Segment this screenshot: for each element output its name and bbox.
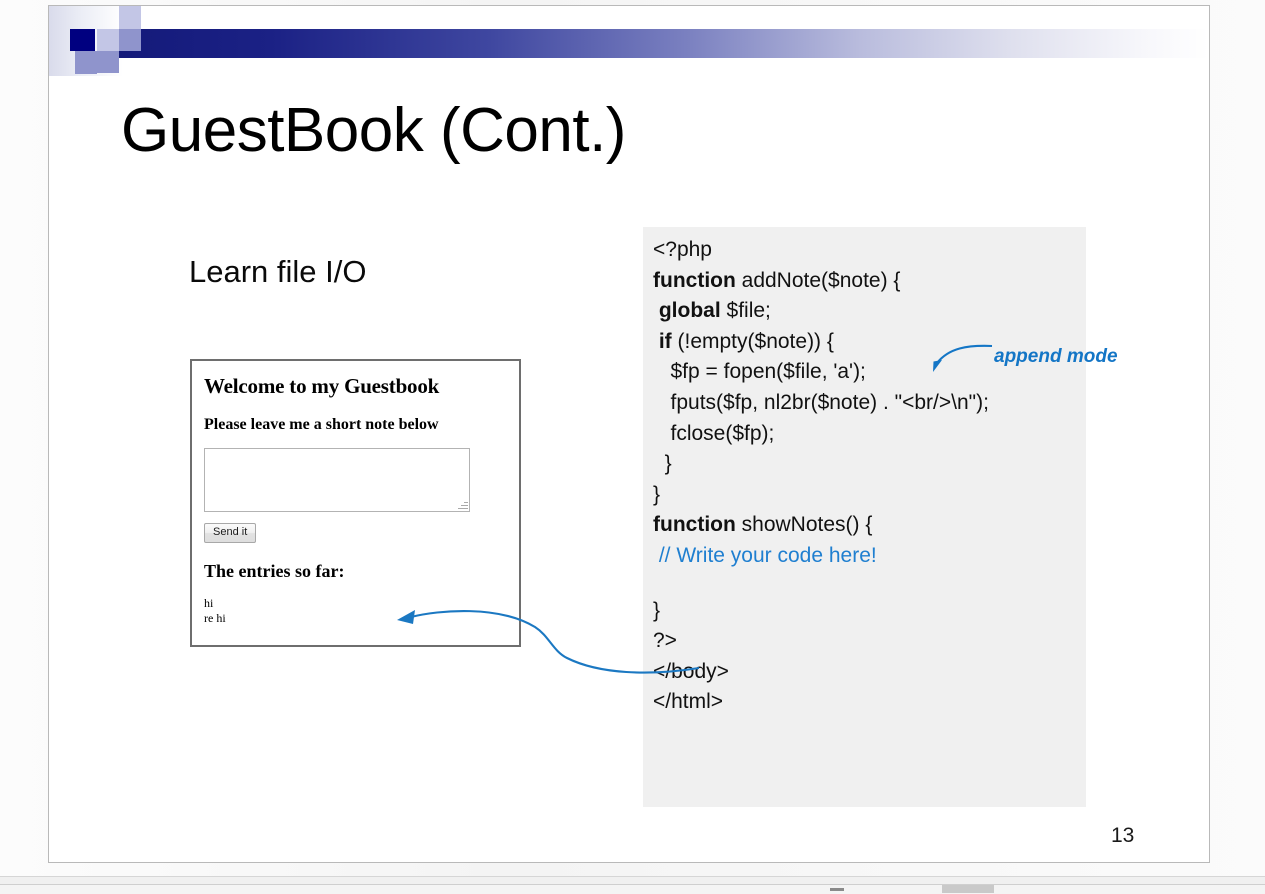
code-token: $fp = fopen($file, 'a'); — [653, 360, 866, 383]
guestbook-prompt: Please leave me a short note below — [204, 416, 507, 434]
code-line — [653, 572, 1086, 596]
toolbar-active-button[interactable] — [942, 885, 994, 893]
code-line: </body> — [653, 657, 1086, 688]
code-token: // Write your code here! — [653, 544, 877, 567]
append-mode-annotation: append mode — [994, 346, 1118, 368]
code-token: function — [653, 513, 736, 536]
code-token: } — [653, 483, 660, 506]
code-token: showNotes() { — [736, 513, 873, 536]
banner-square-light-2 — [97, 29, 119, 51]
code-line: global $file; — [653, 296, 1086, 327]
code-line: // Write your code here! — [653, 541, 1086, 572]
code-token: <?php — [653, 238, 712, 261]
code-token: </body> — [653, 660, 729, 683]
code-token: fclose($fp); — [653, 422, 774, 445]
send-it-button[interactable]: Send it — [204, 523, 256, 543]
guestbook-heading: Welcome to my Guestbook — [204, 374, 507, 399]
code-token: global — [659, 299, 721, 322]
slide-subtitle: Learn file I/O — [189, 254, 366, 290]
entry-item: hi — [204, 596, 507, 611]
banner-square-light-1 — [119, 6, 141, 29]
banner-gradient-bar — [119, 29, 1209, 58]
code-line: ?> — [653, 626, 1086, 657]
entries-heading: The entries so far: — [204, 561, 507, 582]
banner-square-dark-1 — [70, 29, 95, 51]
code-token: $file; — [721, 299, 771, 322]
code-line: function addNote($note) { — [653, 266, 1086, 297]
code-line: } — [653, 480, 1086, 511]
code-line: } — [653, 449, 1086, 480]
code-line: </html> — [653, 687, 1086, 718]
code-token: function — [653, 269, 736, 292]
banner-square-mid-3 — [75, 51, 97, 74]
code-line: fputs($fp, nl2br($note) . "<br/>\n"); — [653, 388, 1086, 419]
code-token: } — [653, 599, 660, 622]
code-line: function showNotes() { — [653, 510, 1086, 541]
banner-square-mid-1 — [119, 29, 141, 51]
guestbook-screenshot: Welcome to my Guestbook Please leave me … — [190, 359, 521, 647]
page-title: GuestBook (Cont.) — [121, 98, 1141, 165]
code-line: fclose($fp); — [653, 419, 1086, 450]
note-textarea[interactable] — [204, 448, 470, 512]
slide-canvas: GuestBook (Cont.) Learn file I/O Welcome… — [48, 5, 1210, 863]
toolbar-separator — [830, 888, 844, 891]
entry-item: re hi — [204, 611, 507, 626]
code-line: } — [653, 596, 1086, 627]
code-token: fputs($fp, nl2br($note) . "<br/>\n"); — [653, 391, 989, 414]
code-token: } — [653, 452, 672, 475]
code-token: if — [659, 330, 672, 353]
code-token: </html> — [653, 690, 723, 713]
code-block: <?php function addNote($note) { global $f… — [643, 227, 1086, 807]
entries-list: hire hi — [204, 596, 507, 626]
slide-header-banner — [49, 6, 1209, 76]
code-token: (!empty($note)) { — [672, 330, 834, 353]
banner-square-mid-2 — [97, 51, 119, 73]
code-token: ?> — [653, 629, 677, 652]
code-token: addNote($note) { — [736, 269, 901, 292]
code-line: <?php — [653, 235, 1086, 266]
slide-number: 13 — [1111, 824, 1134, 848]
resize-grip-icon[interactable] — [457, 499, 468, 510]
